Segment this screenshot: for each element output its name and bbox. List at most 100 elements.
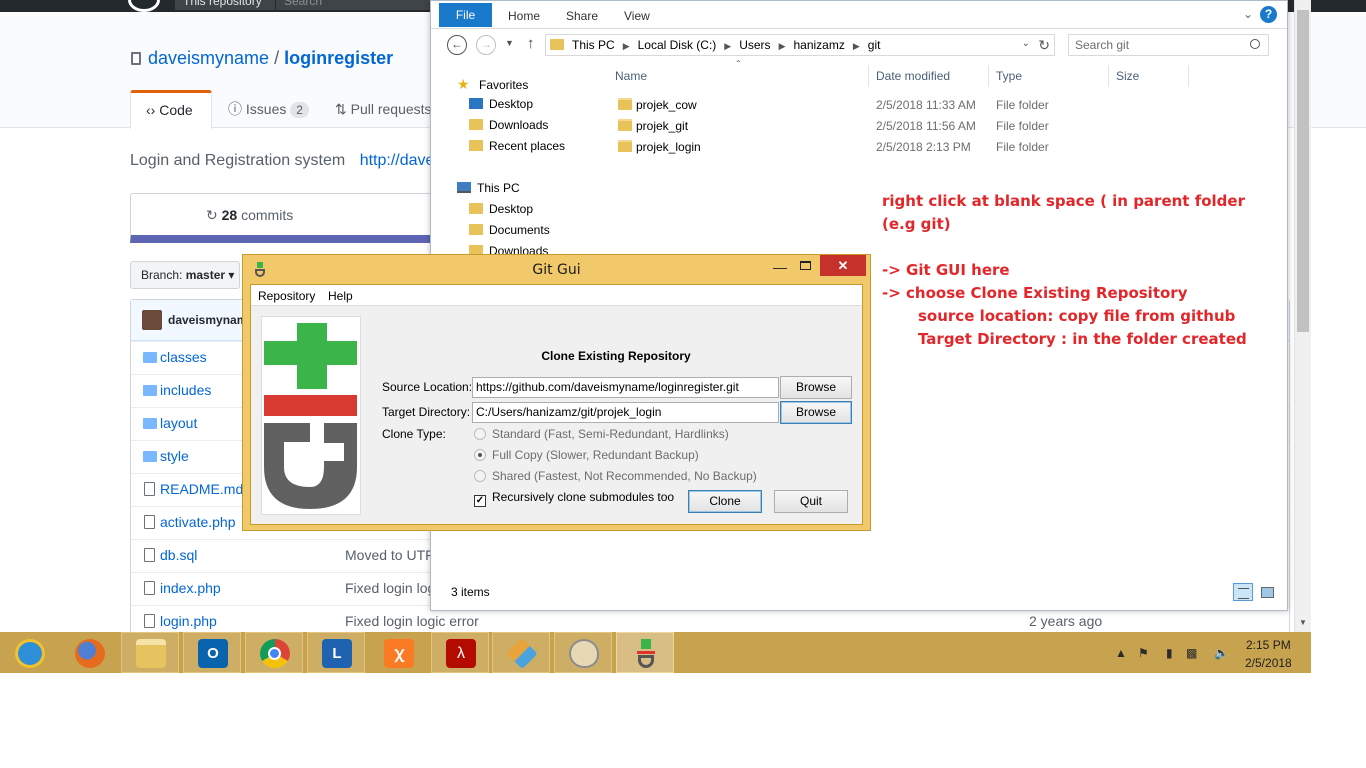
- title-bar[interactable]: Git Gui — ✕: [243, 255, 870, 284]
- ribbon-tab-view[interactable]: View: [624, 9, 650, 23]
- recursive-checkbox[interactable]: ✓ Recursively clone submodules too: [474, 490, 674, 507]
- forward-button[interactable]: →: [476, 35, 496, 55]
- tab-code[interactable]: ‹› Code: [130, 90, 212, 129]
- radio-button[interactable]: [474, 449, 486, 461]
- column-divider[interactable]: [1108, 65, 1109, 87]
- radio-full-copy[interactable]: Full Copy (Slower, Redundant Backup): [474, 448, 699, 462]
- nav-item-pc-desktop[interactable]: Desktop: [469, 202, 533, 216]
- vertical-scrollbar[interactable]: ▼: [1294, 0, 1311, 632]
- chevron-right-icon[interactable]: ▶: [623, 41, 630, 51]
- radio-shared[interactable]: Shared (Fastest, Not Recommended, No Bac…: [474, 469, 757, 483]
- nav-item-favorites[interactable]: ★ Favorites: [457, 76, 528, 93]
- menu-repository[interactable]: Repository: [258, 289, 315, 303]
- tab-issues[interactable]: ⓘ Issues 2: [228, 90, 309, 128]
- nav-item-documents[interactable]: Documents: [469, 223, 550, 237]
- target-directory-field[interactable]: C:/Users/hanizamz/git/projek_login: [472, 402, 779, 423]
- repo-owner-link[interactable]: daveismyname: [148, 48, 269, 68]
- battery-icon[interactable]: ▮: [1166, 646, 1173, 660]
- clone-button[interactable]: Clone: [688, 490, 762, 513]
- commit-author[interactable]: daveismynam: [168, 313, 247, 327]
- taskbar-outlook[interactable]: O: [183, 632, 241, 673]
- taskbar-file-explorer[interactable]: [121, 632, 179, 673]
- nav-item-desktop[interactable]: Desktop: [469, 97, 533, 111]
- column-divider[interactable]: [988, 65, 989, 87]
- network-signal-icon[interactable]: ▩: [1186, 646, 1197, 660]
- quit-button[interactable]: Quit: [774, 490, 848, 513]
- refresh-icon[interactable]: ↻: [1038, 37, 1050, 54]
- taskbar-internet-explorer[interactable]: [0, 632, 58, 673]
- nav-item-recent-places[interactable]: Recent places: [469, 139, 565, 153]
- commits-link[interactable]: ↻ 28 commits: [206, 207, 293, 224]
- avatar[interactable]: [142, 310, 162, 330]
- file-name-link[interactable]: db.sql: [160, 547, 197, 563]
- search-scope[interactable]: This repository: [175, 0, 275, 10]
- up-button[interactable]: ↑: [527, 35, 535, 52]
- taskbar-chrome[interactable]: [245, 632, 303, 673]
- menu-help[interactable]: Help: [328, 289, 353, 303]
- chevron-down-icon[interactable]: ⌄: [1022, 38, 1030, 49]
- repo-name-link[interactable]: loginregister: [284, 48, 393, 68]
- column-divider[interactable]: [1188, 65, 1189, 87]
- github-logo-icon[interactable]: [128, 0, 160, 12]
- taskbar-git-gui[interactable]: [616, 632, 674, 673]
- ribbon-tab-home[interactable]: Home: [508, 9, 540, 23]
- back-button[interactable]: ←: [447, 35, 467, 55]
- branch-select-button[interactable]: Branch: master ▾: [130, 261, 240, 289]
- file-name-link[interactable]: login.php: [160, 613, 217, 629]
- breadcrumb-item[interactable]: Local Disk (C:): [638, 38, 717, 52]
- repo-homepage-link[interactable]: http://dave: [360, 152, 435, 169]
- chevron-right-icon[interactable]: ▶: [779, 41, 786, 51]
- taskbar-paint[interactable]: [554, 632, 612, 673]
- commit-message-link[interactable]: Fixed login logic error: [345, 613, 479, 629]
- nav-item-downloads[interactable]: Downloads: [469, 118, 548, 132]
- search-input[interactable]: Search git: [1068, 34, 1269, 56]
- file-name-link[interactable]: index.php: [160, 580, 221, 596]
- column-date-modified[interactable]: Date modified: [876, 69, 950, 83]
- clock-date[interactable]: 2/5/2018: [1245, 656, 1292, 670]
- radio-button[interactable]: [474, 470, 486, 482]
- recent-locations-button[interactable]: ▼: [505, 38, 514, 48]
- column-divider[interactable]: [868, 65, 869, 87]
- action-center-flag-icon[interactable]: ⚑: [1138, 646, 1149, 660]
- radio-standard[interactable]: Standard (Fast, Semi-Redundant, Hardlink…: [474, 427, 729, 441]
- show-hidden-icons-icon[interactable]: ▲: [1115, 646, 1127, 660]
- github-search-input[interactable]: Search: [276, 0, 436, 10]
- source-location-field[interactable]: https://github.com/daveismyname/loginreg…: [472, 377, 779, 398]
- check-icon[interactable]: ✓: [474, 495, 486, 507]
- column-size[interactable]: Size: [1116, 69, 1139, 83]
- file-name-link[interactable]: includes: [160, 382, 211, 398]
- taskbar-acrobat[interactable]: λ: [431, 632, 489, 673]
- breadcrumb-item[interactable]: hanizamz: [793, 38, 844, 52]
- list-item[interactable]: projek_git 2/5/2018 11:56 AM File folder: [606, 116, 1206, 137]
- commit-message-link[interactable]: Moved to UTF: [345, 547, 434, 563]
- list-item[interactable]: projek_login 2/5/2018 2:13 PM File folde…: [606, 137, 1206, 158]
- file-name-link[interactable]: activate.php: [160, 514, 236, 530]
- radio-button[interactable]: [474, 428, 486, 440]
- scroll-down-arrow-icon[interactable]: ▼: [1299, 618, 1307, 627]
- tab-pull-requests[interactable]: ⇅ Pull requests: [335, 90, 432, 128]
- file-name-link[interactable]: classes: [160, 349, 207, 365]
- ribbon-tab-share[interactable]: Share: [566, 9, 598, 23]
- taskbar-xampp[interactable]: ꭓ: [369, 632, 427, 673]
- ribbon-tab-file[interactable]: File: [439, 3, 492, 27]
- nav-item-this-pc[interactable]: This PC: [457, 181, 520, 195]
- commit-message-link[interactable]: Fixed login log: [345, 580, 435, 596]
- column-name[interactable]: Name: [615, 69, 647, 83]
- taskbar-git-extensions[interactable]: [492, 632, 550, 673]
- breadcrumb-item[interactable]: git: [868, 38, 881, 52]
- browse-source-button[interactable]: Browse: [780, 376, 852, 399]
- breadcrumb-item[interactable]: This PC: [572, 38, 615, 52]
- help-icon[interactable]: ?: [1260, 6, 1277, 23]
- chevron-down-icon[interactable]: ⌄: [1243, 7, 1253, 21]
- large-icons-view-button[interactable]: [1257, 583, 1277, 601]
- taskbar-lync[interactable]: L: [307, 632, 365, 673]
- maximize-button[interactable]: [800, 261, 811, 270]
- file-name-link[interactable]: layout: [160, 415, 197, 431]
- browse-target-button[interactable]: Browse: [780, 401, 852, 424]
- address-bar[interactable]: This PC ▶ Local Disk (C:) ▶ Users ▶ hanizamz ▶ g…: [545, 34, 1055, 56]
- chevron-right-icon[interactable]: ▶: [724, 41, 731, 51]
- file-name-link[interactable]: README.md: [160, 481, 243, 497]
- list-item[interactable]: projek_cow 2/5/2018 11:33 AM File folder: [606, 95, 1206, 116]
- clock-time[interactable]: 2:15 PM: [1246, 638, 1291, 652]
- column-type[interactable]: Type: [996, 69, 1022, 83]
